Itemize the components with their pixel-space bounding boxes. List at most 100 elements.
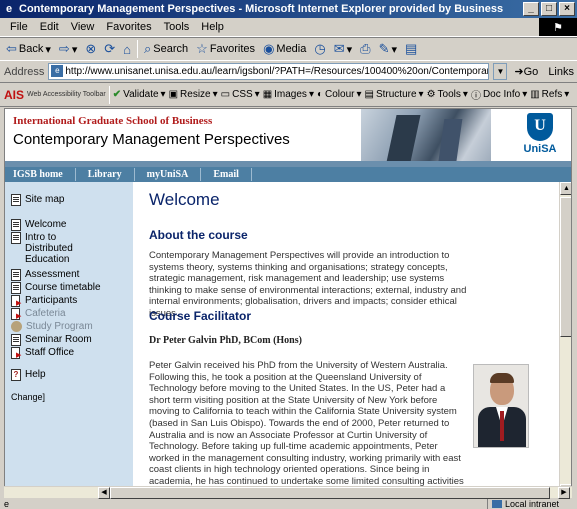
history-icon: ◷ (314, 41, 326, 56)
structure-button[interactable]: ▤ Structure ▾ (365, 89, 424, 100)
menu-help[interactable]: Help (195, 21, 230, 33)
refresh-button[interactable]: ⟳ (102, 41, 117, 57)
colour-button[interactable]: ◐ Colour ▾ (317, 89, 362, 100)
validate-button[interactable]: ✔ Validate ▾ (113, 89, 166, 100)
menu-edit[interactable]: Edit (34, 21, 65, 33)
vertical-scrollbar[interactable]: ▲ ▼ (559, 182, 571, 496)
document-icon (11, 194, 21, 206)
history-button[interactable]: ◷ (312, 41, 327, 57)
css-button[interactable]: ▭ CSS ▾ (221, 89, 260, 100)
favorites-button[interactable]: ☆ Favorites (194, 41, 257, 57)
unisa-logo[interactable]: U UniSA (515, 113, 565, 161)
sidebar-item-participants[interactable]: Participants (11, 295, 77, 309)
sidebar-item-label: Cafeteria (25, 308, 66, 319)
change-link[interactable]: Change] (11, 392, 45, 402)
mail-button[interactable]: ✉ ▾ (332, 41, 354, 57)
sidebar-item-staff-office[interactable]: Staff Office (11, 347, 74, 361)
sidebar-item-label: Welcome (25, 219, 67, 230)
search-label: Search (153, 43, 189, 55)
nav-library[interactable]: Library (76, 168, 135, 181)
sidebar-item-welcome[interactable]: Welcome (11, 219, 67, 231)
print-button[interactable]: ⎙ (358, 41, 372, 57)
resize-label: Resize (180, 89, 211, 100)
sidebar-item-assessment[interactable]: Assessment (11, 269, 79, 281)
refs-button[interactable]: ▥ Refs ▾ (530, 89, 569, 100)
unisa-shield-icon: U (527, 113, 553, 141)
sidebar-item-label: Seminar Room (25, 334, 92, 345)
forward-button[interactable]: ⇨ ▾ (57, 41, 79, 57)
star-icon: ☆ (196, 41, 208, 56)
ais-logo: AIS (4, 87, 25, 102)
intranet-icon (492, 499, 502, 508)
sidebar-item-seminar-room[interactable]: Seminar Room (11, 334, 92, 346)
ie-logo-icon: e (5, 3, 13, 15)
css-icon: ▭ (220, 89, 231, 100)
discuss-icon: ▤ (405, 41, 418, 56)
refresh-icon: ⟳ (104, 41, 116, 56)
menu-file[interactable]: File (4, 21, 34, 33)
scroll-up-button[interactable]: ▲ (560, 182, 571, 195)
close-button[interactable]: × (559, 2, 575, 16)
minimize-button[interactable]: _ (523, 2, 539, 16)
edit-button[interactable]: ✎ ▾ (377, 41, 399, 57)
document-icon (11, 232, 21, 244)
back-arrow-icon: ⇦ (6, 41, 17, 56)
stop-button[interactable]: ⊗ (83, 41, 98, 57)
doc-info-icon: ⓘ (470, 91, 481, 102)
menu-favorites[interactable]: Favorites (100, 21, 157, 33)
menu-bar: File Edit View Favorites Tools Help ⚑ (0, 18, 577, 37)
sidebar-item-label: Study Program (26, 321, 93, 332)
document-icon (11, 282, 21, 294)
search-button[interactable]: ⌕ Search (142, 41, 190, 57)
facilitator-bio: Peter Galvin received his PhD from the U… (149, 360, 464, 496)
home-button[interactable]: ⌂ (121, 42, 133, 57)
sidebar-item-cafeteria[interactable]: Cafeteria (11, 308, 66, 322)
colour-label: Colour (325, 89, 355, 100)
back-button[interactable]: ⇦ Back ▾ (4, 41, 53, 57)
maximize-button[interactable]: □ (541, 2, 557, 16)
menu-tools[interactable]: Tools (158, 21, 196, 33)
vertical-scroll-thumb[interactable] (560, 197, 571, 337)
media-icon: ◉ (263, 41, 275, 56)
address-dropdown[interactable]: ▼ (493, 63, 508, 80)
sidebar-item-site-map[interactable]: Site map (11, 194, 64, 206)
sidebar-item-label: Intro to Distributed Education (25, 232, 73, 265)
horizontal-scrollbar[interactable]: ◀ ▶ (4, 486, 572, 499)
page-title: Welcome (149, 190, 220, 209)
sidebar-item-intro[interactable]: Intro to Distributed Education (11, 232, 81, 265)
course-title: Contemporary Management Perspectives (13, 131, 290, 148)
home-icon: ⌂ (123, 41, 132, 57)
structure-icon: ▤ (364, 89, 374, 100)
tools-icon: ⚙ (426, 89, 436, 100)
media-button[interactable]: ◉ Media (261, 41, 308, 57)
images-label: Images (274, 89, 307, 100)
media-label: Media (276, 43, 307, 55)
resize-button[interactable]: ▣ Resize ▾ (169, 89, 218, 100)
about-heading: About the course (149, 228, 248, 242)
images-button[interactable]: ▦ Images ▾ (263, 89, 314, 100)
discuss-button[interactable]: ▤ (403, 41, 419, 57)
windows-flag-icon: ⚑ (539, 18, 577, 36)
tools-button[interactable]: ⚙ Tools ▾ (427, 89, 468, 100)
links-button[interactable]: Links (545, 66, 577, 78)
address-input[interactable]: e http://www.unisanet.unisa.edu.au/learn… (48, 63, 490, 80)
photo-hair (490, 373, 514, 383)
menu-view[interactable]: View (65, 21, 101, 33)
sidebar-item-timetable[interactable]: Course timetable (11, 282, 101, 294)
browser-viewport: International Graduate School of Busines… (4, 108, 572, 497)
chevron-down-icon: ▾ (346, 43, 353, 56)
address-bar: Address e http://www.unisanet.unisa.edu.… (0, 61, 577, 83)
nav-igsb-home[interactable]: IGSB home (5, 168, 76, 181)
nav-myunisa[interactable]: myUniSA (135, 168, 202, 181)
unisa-logo-name: UniSA (523, 143, 557, 155)
validate-label: Validate (123, 89, 159, 100)
sidebar-item-study-program[interactable]: Study Program (11, 321, 93, 332)
facilitator-heading: Course Facilitator (149, 309, 252, 323)
go-button[interactable]: ➜Go (511, 65, 541, 78)
doc-info-button[interactable]: ⓘ Doc Info ▾ (471, 87, 527, 102)
sidebar-item-help[interactable]: ? Help (11, 369, 46, 381)
tools-label: Tools (437, 89, 461, 100)
document-icon (11, 219, 21, 231)
chevron-down-icon: ▾ (160, 89, 166, 100)
nav-email[interactable]: Email (201, 168, 252, 181)
